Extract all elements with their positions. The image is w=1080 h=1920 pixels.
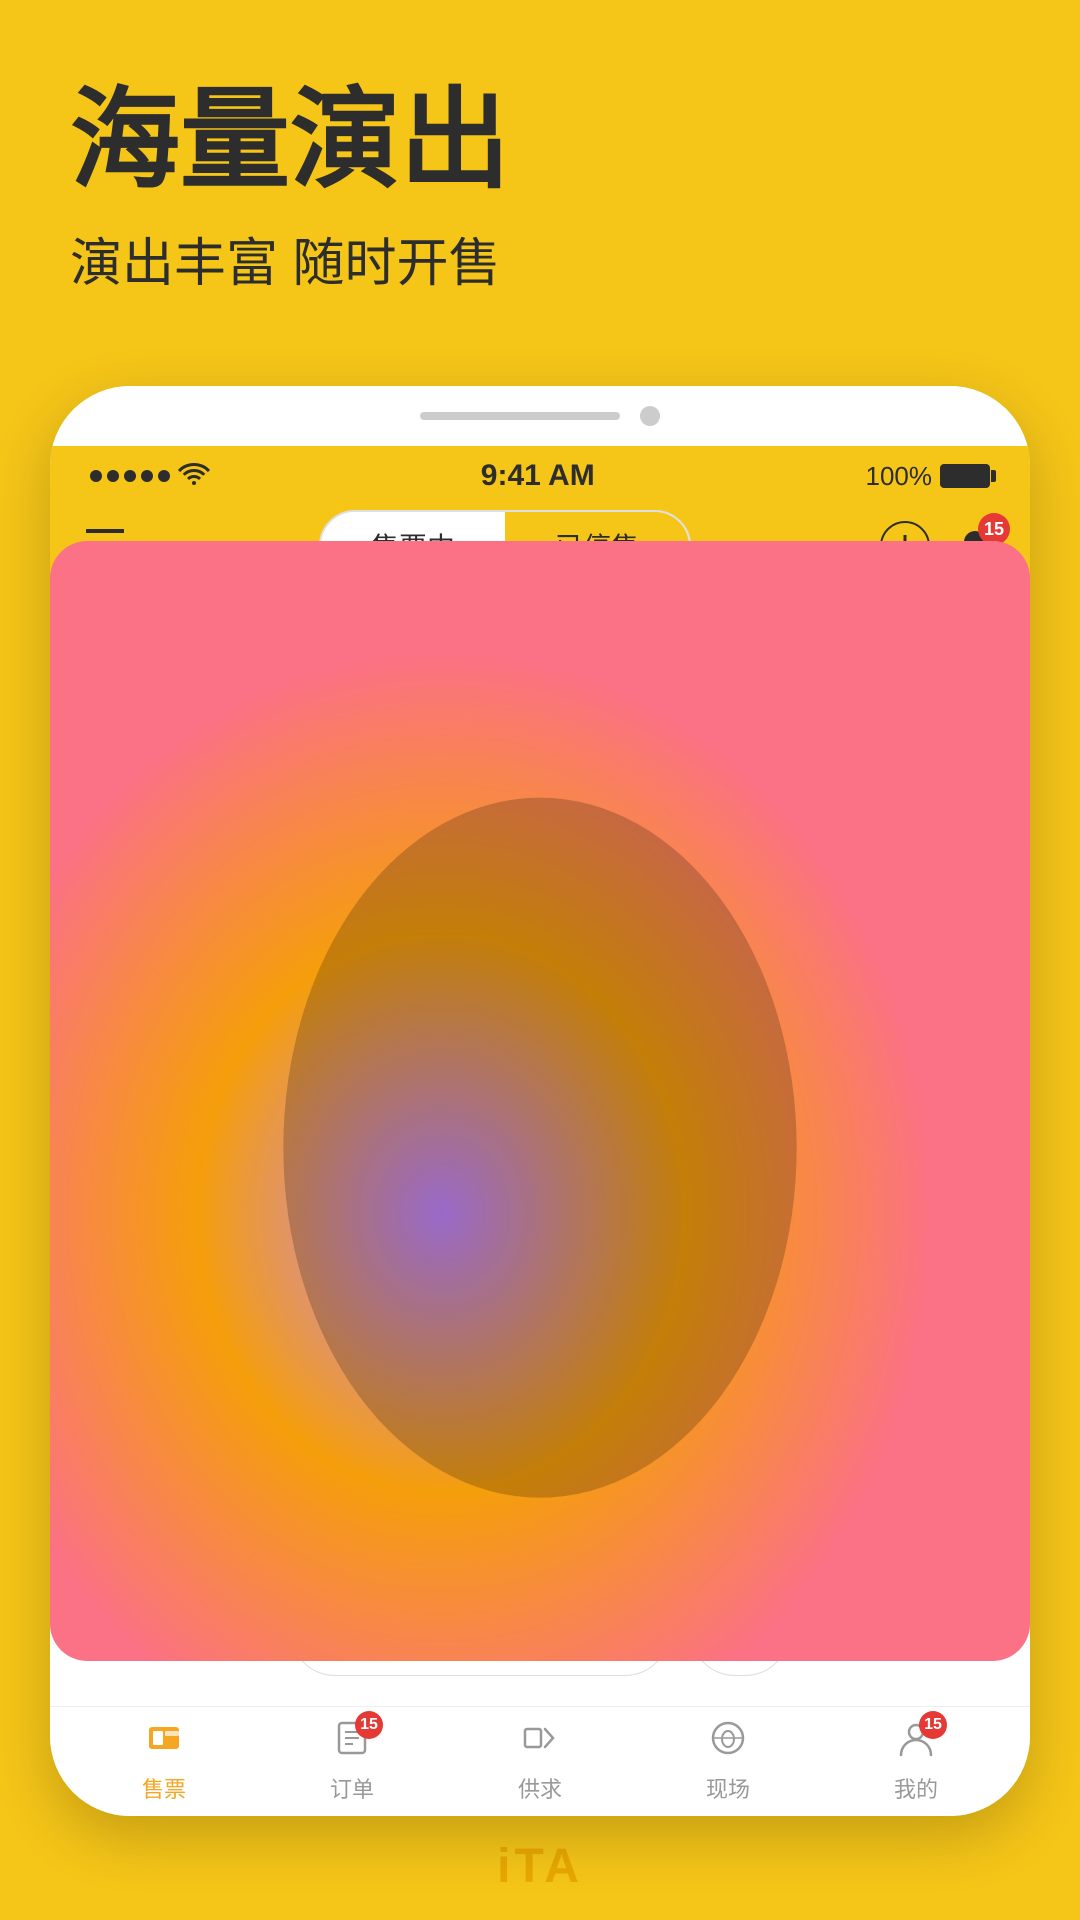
profile-icon: 15 — [897, 1719, 935, 1766]
hero-subtitle: 演出丰富 随时开售 — [70, 221, 1010, 296]
carousel: 九天FE COME WITH ME MACO — [50, 586, 1030, 846]
orders-icon: 15 — [333, 1719, 371, 1766]
phone-mockup: 9:41 AM 100% 售票中 已停售 15 — [50, 386, 1030, 1816]
profile-badge: 15 — [919, 1711, 947, 1739]
hero-section: 海量演出 演出丰富 随时开售 — [0, 0, 1080, 386]
orders-badge: 15 — [355, 1711, 383, 1739]
phone-wrapper: 9:41 AM 100% 售票中 已停售 15 — [0, 386, 1080, 1816]
supply-icon — [521, 1719, 559, 1766]
footer-area: iTA — [0, 1816, 1080, 1916]
carousel-item-3[interactable] — [390, 591, 600, 831]
carousel-card-3 — [390, 591, 600, 831]
venue-icon — [709, 1719, 747, 1766]
hero-title: 海量演出 — [70, 80, 1010, 201]
ita-label: iTA — [497, 1839, 583, 1894]
selling-icon — [145, 1719, 183, 1766]
